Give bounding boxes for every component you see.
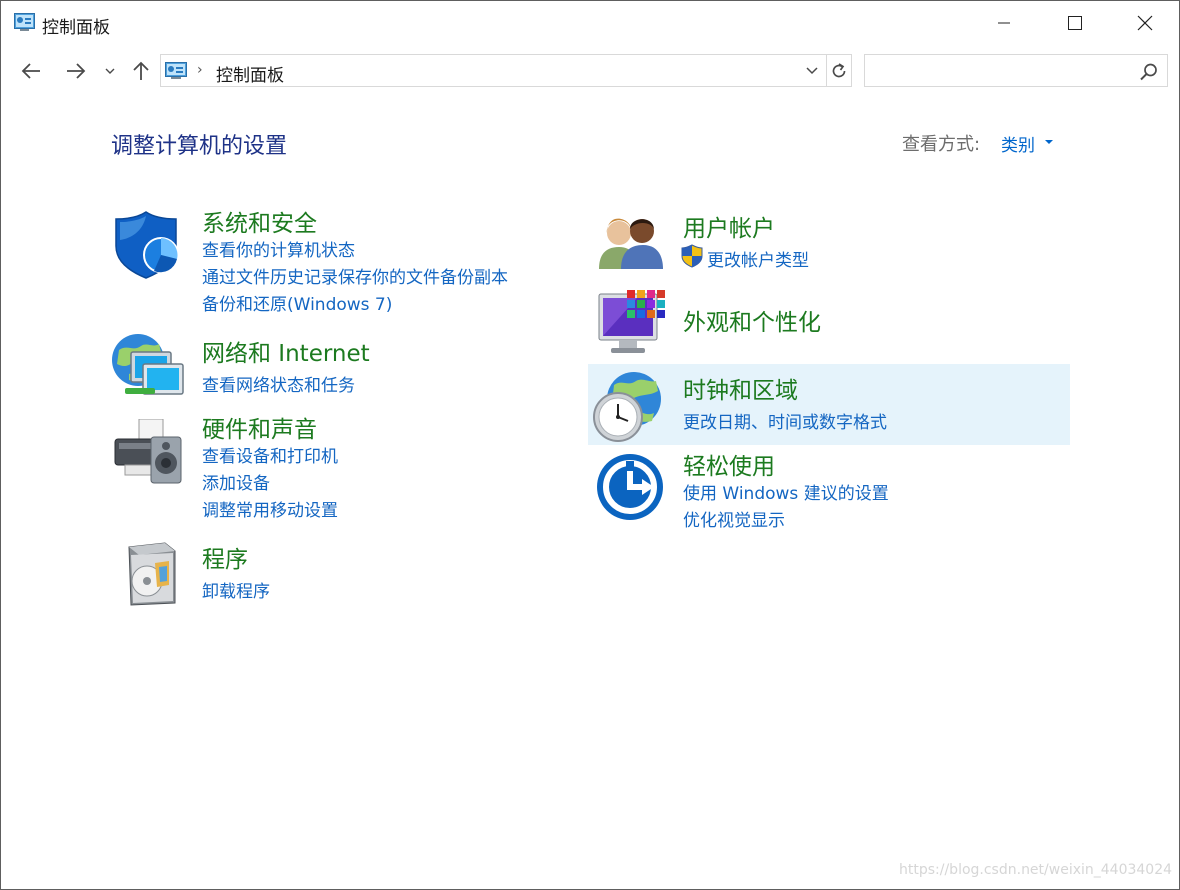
link-network-status-tasks[interactable]: 查看网络状态和任务 (202, 371, 355, 396)
arrow-left-icon (21, 63, 40, 79)
chevron-down-icon (105, 68, 115, 74)
category-hardware-sound[interactable]: 硬件和声音 (202, 410, 317, 444)
control-panel-icon (14, 13, 35, 31)
link-devices-printers[interactable]: 查看设备和打印机 (202, 442, 338, 467)
chevron-down-icon (806, 67, 818, 75)
minimize-button[interactable] (981, 1, 1027, 45)
uac-shield-icon (681, 244, 703, 268)
link-view-computer-status[interactable]: 查看你的计算机状态 (202, 236, 355, 261)
title-bar: 控制面板 (1, 1, 1179, 45)
up-button[interactable] (126, 56, 156, 86)
page-title: 调整计算机的设置 (111, 134, 288, 159)
link-file-history-backup[interactable]: 通过文件历史记录保存你的文件备份副本 (202, 263, 508, 288)
close-button[interactable] (1122, 1, 1168, 45)
category-system-security[interactable]: 系统和安全 (202, 204, 317, 238)
arrow-up-icon (133, 61, 149, 80)
watermark: https://blog.csdn.net/weixin_44034024 (899, 862, 1173, 878)
category-user-accounts[interactable]: 用户帐户 (683, 209, 775, 243)
link-change-account-type[interactable]: 更改帐户类型 (707, 246, 809, 271)
control-panel-icon (165, 62, 187, 79)
link-optimize-visual-display[interactable]: 优化视觉显示 (683, 506, 785, 531)
view-by-label: 查看方式: (902, 134, 981, 155)
breadcrumb-control-panel[interactable]: 控制面板 (216, 61, 284, 86)
recent-locations-button[interactable] (97, 56, 123, 86)
category-appearance-personalization[interactable]: 外观和个性化 (683, 303, 821, 337)
category-ease-of-access[interactable]: 轻松使用 (683, 447, 775, 481)
category-clock-region[interactable]: 时钟和区域 (683, 371, 798, 405)
arrow-right-icon (67, 63, 86, 79)
maximize-icon (1068, 16, 1082, 30)
link-uninstall-program[interactable]: 卸载程序 (202, 577, 270, 602)
link-backup-restore[interactable]: 备份和还原(Windows 7) (202, 290, 392, 315)
search-icon (1140, 63, 1157, 81)
back-button[interactable] (16, 56, 46, 86)
address-bar[interactable]: › 控制面板 (160, 54, 827, 87)
breadcrumb-separator: › (197, 62, 203, 78)
close-icon (1137, 15, 1153, 31)
link-change-date-time-format[interactable]: 更改日期、时间或数字格式 (683, 408, 887, 433)
control-panel-window: 控制面板 › 控制面板 调整计算机的设置 查看方式: 类别 系统和安全 查看你的… (0, 0, 1180, 890)
ease-of-access-icon[interactable] (596, 453, 664, 521)
search-input[interactable] (864, 54, 1168, 87)
security-shield-icon[interactable] (113, 210, 183, 280)
users-icon[interactable] (597, 213, 665, 271)
link-mobility-settings[interactable]: 调整常用移动设置 (202, 496, 338, 521)
refresh-button[interactable] (827, 54, 852, 87)
link-add-device[interactable]: 添加设备 (202, 469, 270, 494)
category-programs[interactable]: 程序 (202, 540, 248, 574)
caret-down-icon[interactable] (1045, 140, 1053, 144)
refresh-icon (832, 62, 846, 77)
programs-box-icon[interactable] (119, 541, 181, 607)
link-recommended-settings[interactable]: 使用 Windows 建议的设置 (683, 479, 889, 504)
view-by-dropdown[interactable]: 类别 (1001, 131, 1035, 156)
window-title: 控制面板 (42, 18, 110, 38)
maximize-button[interactable] (1052, 1, 1098, 45)
forward-button[interactable] (61, 56, 91, 86)
clock-globe-icon[interactable] (592, 371, 664, 443)
appearance-monitor-icon[interactable] (597, 290, 667, 358)
category-network-internet[interactable]: 网络和 Internet (202, 334, 370, 368)
printer-speaker-icon[interactable] (111, 419, 185, 487)
network-globe-icon[interactable] (111, 330, 187, 402)
address-dropdown-button[interactable] (802, 61, 822, 81)
minimize-icon (998, 22, 1010, 24)
